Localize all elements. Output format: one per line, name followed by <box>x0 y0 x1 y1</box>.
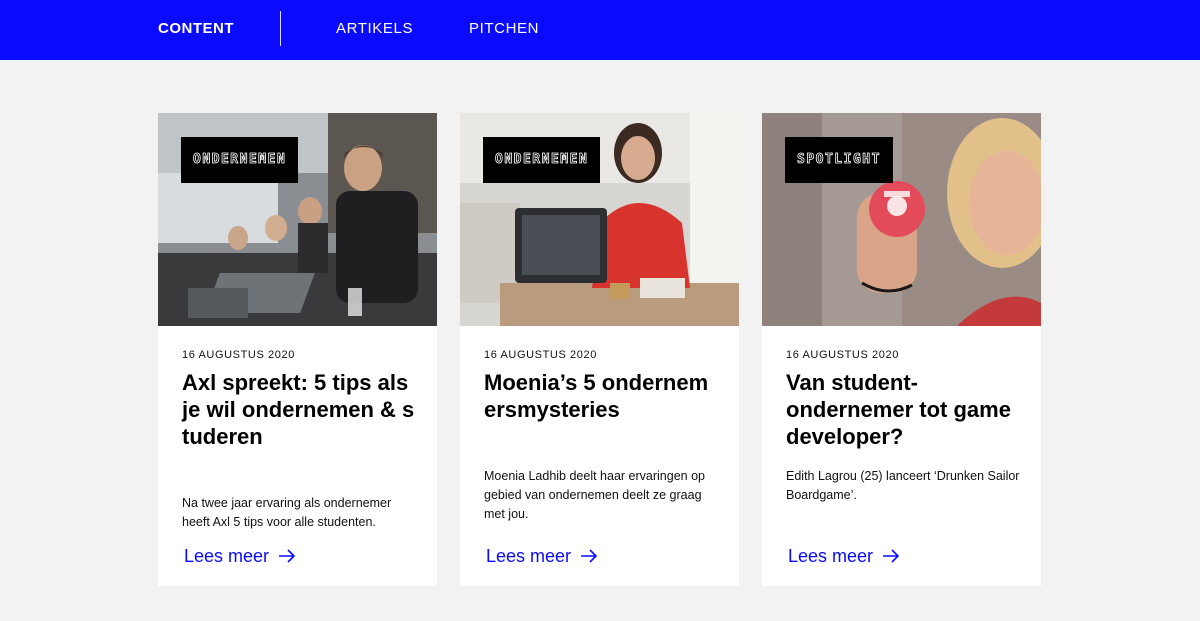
article-card[interactable]: ONDERNEMEN 16 AUGUSTUS 2020 Axl spreekt:… <box>158 113 437 586</box>
article-card[interactable]: SPOTLIGHT 16 AUGUSTUS 2020 Van student-o… <box>762 113 1041 586</box>
category-tag[interactable]: SPOTLIGHT <box>785 137 893 183</box>
article-photo[interactable]: SPOTLIGHT <box>762 113 1041 326</box>
article-card[interactable]: ONDERNEMEN 16 AUGUSTUS 2020 Moenia’s 5 o… <box>460 113 739 586</box>
article-excerpt: Moenia Ladhib deelt haar ervaringen op g… <box>484 469 705 521</box>
lees-meer-label: Lees meer <box>486 546 572 566</box>
lees-meer-label: Lees meer <box>788 546 874 566</box>
nav-link-pitchen[interactable]: PITCHEN <box>469 0 539 57</box>
article-excerpt: Na twee jaar ervaring als ondernemer hee… <box>182 496 392 529</box>
article-date: 16 AUGUSTUS 2020 <box>484 349 597 361</box>
article-date: 16 AUGUSTUS 2020 <box>786 349 899 361</box>
article-photo[interactable]: ONDERNEMEN <box>158 113 437 326</box>
arrow-right-icon <box>883 549 900 563</box>
article-date: 16 AUGUSTUS 2020 <box>182 349 295 361</box>
arrow-right-icon <box>279 549 296 563</box>
lees-meer-link[interactable]: Lees meer <box>184 544 296 568</box>
nav-divider <box>280 11 281 46</box>
article-title[interactable]: Moenia’s 5 ondernemersmysteries <box>484 369 719 423</box>
category-tag[interactable]: ONDERNEMEN <box>483 137 601 183</box>
article-excerpt: Edith Lagrou (25) lanceert ‘Drunken Sail… <box>786 469 1020 502</box>
category-tag[interactable]: ONDERNEMEN <box>181 137 299 183</box>
top-navigation: CONTENT ARTIKELS PITCHEN <box>0 0 1200 60</box>
nav-link-artikels[interactable]: ARTIKELS <box>336 0 413 57</box>
nav-brand-content[interactable]: CONTENT <box>158 0 234 57</box>
article-title[interactable]: Van student-ondernemer tot game develope… <box>786 369 1021 450</box>
lees-meer-link[interactable]: Lees meer <box>788 544 900 568</box>
lees-meer-link[interactable]: Lees meer <box>486 544 598 568</box>
article-photo[interactable]: ONDERNEMEN <box>460 113 739 326</box>
lees-meer-label: Lees meer <box>184 546 270 566</box>
article-title[interactable]: Axl spreekt: 5 tips als je wil onderneme… <box>182 369 417 450</box>
arrow-right-icon <box>581 549 598 563</box>
